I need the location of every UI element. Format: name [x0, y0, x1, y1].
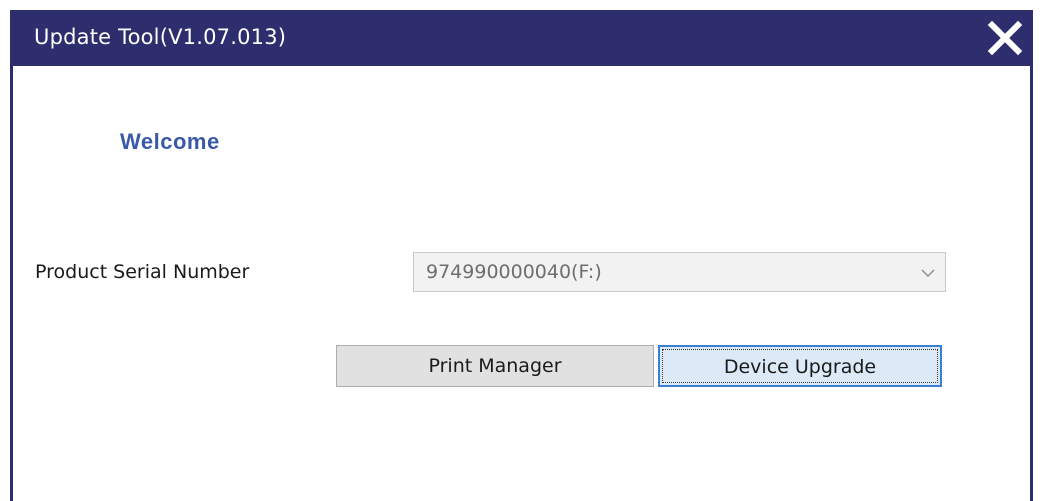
print-manager-button[interactable]: Print Manager: [336, 345, 654, 387]
device-upgrade-button[interactable]: Device Upgrade: [658, 345, 942, 387]
serial-number-dropdown[interactable]: 974990000040(F:): [413, 252, 946, 292]
serial-number-value: 974990000040(F:): [426, 261, 602, 283]
close-icon: [987, 20, 1023, 56]
serial-number-label: Product Serial Number: [35, 261, 250, 283]
window-content: Welcome Product Serial Number 9749900000…: [13, 66, 1030, 501]
update-tool-window: Update Tool(V1.07.013) Welcome Product S…: [10, 10, 1033, 501]
welcome-heading: Welcome: [120, 129, 220, 154]
window-title: Update Tool(V1.07.013): [34, 25, 287, 49]
title-bar[interactable]: Update Tool(V1.07.013): [10, 10, 1033, 66]
device-upgrade-label: Device Upgrade: [723, 356, 877, 378]
close-button[interactable]: [983, 16, 1027, 60]
chevron-down-icon: [921, 269, 935, 277]
